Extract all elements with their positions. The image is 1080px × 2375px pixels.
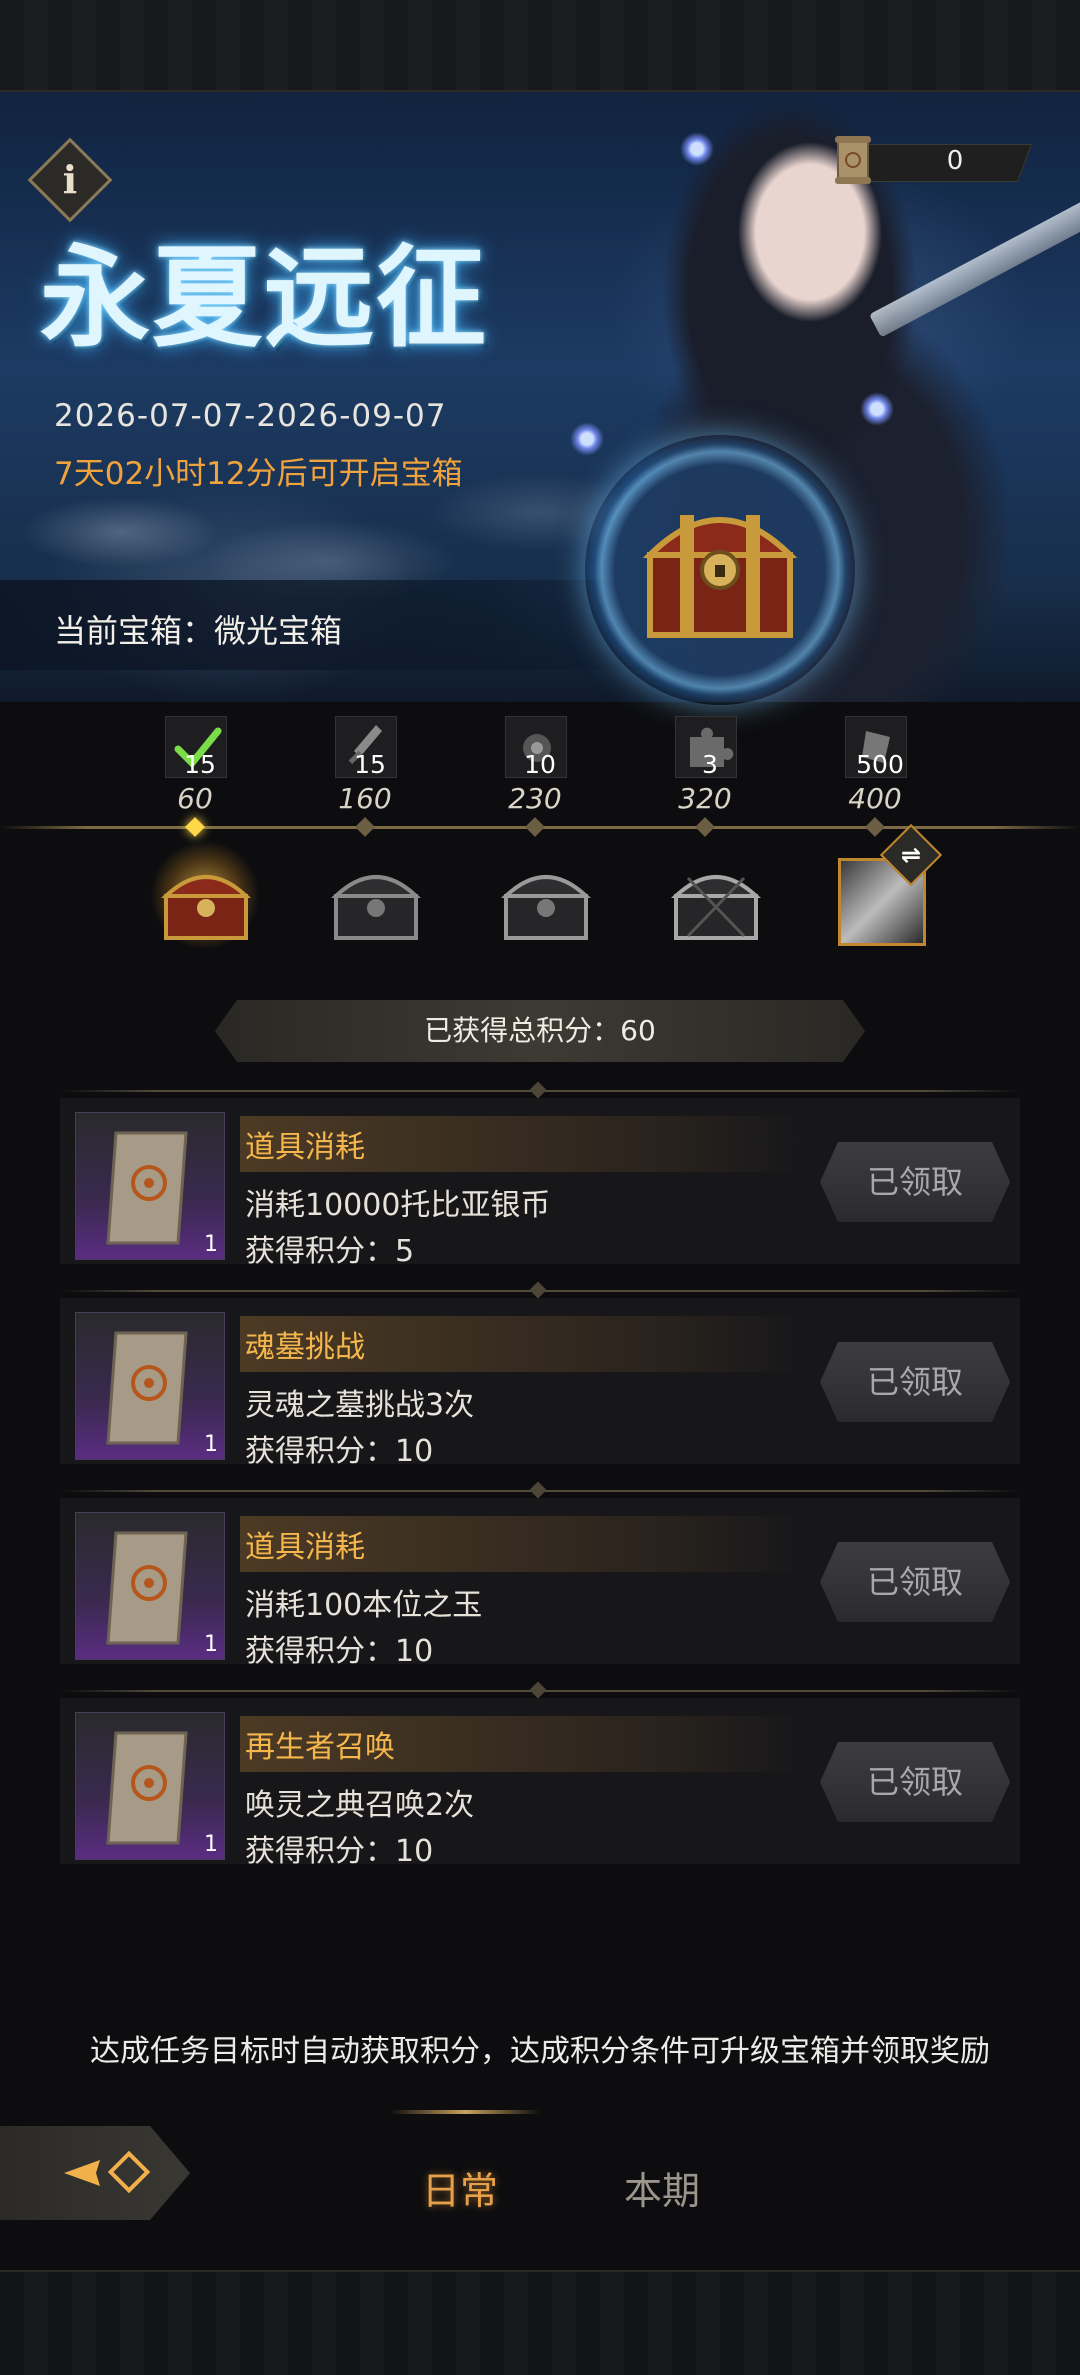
- milestone-chest[interactable]: [660, 850, 762, 940]
- claimed-button[interactable]: 已领取: [820, 1142, 1010, 1222]
- claimed-button[interactable]: 已领取: [820, 1742, 1010, 1822]
- task-divider: [60, 1690, 1020, 1692]
- task-row: 1 道具消耗 消耗10000托比亚银币 获得积分：5 已领取: [60, 1090, 1020, 1276]
- task-name: 再生者召唤: [245, 1730, 395, 1765]
- task-row: 1 魂墓挑战 灵魂之墓挑战3次 获得积分：10 已领取: [60, 1290, 1020, 1476]
- currency-display: 0: [830, 136, 1032, 184]
- treasure-chest-icon: [670, 875, 762, 940]
- milestone-count: 3: [702, 750, 718, 779]
- flower-ornament: [570, 422, 604, 456]
- task-row: 1 再生者召唤 唤灵之典召唤2次 获得积分：10 已领取: [60, 1690, 1020, 1876]
- scroll-icon: [835, 136, 871, 184]
- tab-season[interactable]: 本期: [624, 2160, 700, 2215]
- treasure-chest-icon: [500, 875, 592, 940]
- milestone-chest[interactable]: [490, 850, 592, 940]
- active-tab-indicator: [390, 2110, 540, 2114]
- milestone-dot: [865, 817, 885, 837]
- task-points: 获得积分：10: [245, 1834, 434, 1869]
- info-button[interactable]: i: [27, 137, 113, 223]
- task-description: 消耗100本位之玉: [245, 1588, 483, 1623]
- milestone-dot: [185, 817, 205, 837]
- current-chest-emblem[interactable]: [585, 435, 855, 705]
- top-frame: [0, 0, 1080, 92]
- scroll-icon: [106, 1531, 188, 1645]
- treasure-chest-icon: [642, 515, 798, 638]
- milestone-score: 60: [177, 782, 213, 815]
- task-divider: [60, 1090, 1020, 1092]
- hero-portrait-reward[interactable]: ⇌: [838, 823, 943, 946]
- event-title: 永夏远征: [40, 234, 488, 362]
- milestone-chest[interactable]: [320, 850, 422, 940]
- event-date-range: 2026-07-07-2026-09-07: [54, 398, 447, 434]
- flower-ornament: [680, 132, 714, 166]
- milestone-dot: [695, 817, 715, 837]
- info-icon: i: [62, 157, 78, 202]
- flower-ornament: [860, 392, 894, 426]
- task-name: 魂墓挑战: [245, 1330, 365, 1365]
- task-row: 1 道具消耗 消耗100本位之玉 获得积分：10 已领取: [60, 1490, 1020, 1676]
- task-name: 道具消耗: [245, 1130, 365, 1165]
- total-score-banner: 已获得总积分：60: [215, 1000, 865, 1062]
- scroll-icon: [106, 1131, 188, 1245]
- milestone-score: 160: [338, 782, 392, 815]
- item-quantity: 1: [204, 1232, 218, 1257]
- scroll-icon: [106, 1731, 188, 1845]
- task-divider: [60, 1290, 1020, 1292]
- milestone-count: 15: [184, 750, 216, 779]
- chest-countdown: 7天02小时12分后可开启宝箱: [54, 456, 463, 492]
- currency-value: 0: [946, 146, 964, 176]
- back-button[interactable]: [0, 2126, 190, 2220]
- task-points: 获得积分：10: [245, 1434, 434, 1469]
- item-quantity: 1: [204, 1832, 218, 1857]
- milestone-dot: [525, 817, 545, 837]
- item-quantity: 1: [204, 1432, 218, 1457]
- task-points: 获得积分：5: [245, 1234, 415, 1269]
- claimed-button[interactable]: 已领取: [820, 1542, 1010, 1622]
- task-divider: [60, 1490, 1020, 1492]
- back-arrow-icon: [64, 2150, 151, 2194]
- task-description: 消耗10000托比亚银币: [245, 1188, 551, 1223]
- task-reward-item[interactable]: 1: [75, 1312, 225, 1460]
- item-quantity: 1: [204, 1632, 218, 1657]
- milestone-score: 230: [508, 782, 562, 815]
- tab-daily[interactable]: 日常: [422, 2160, 498, 2215]
- milestone-score: 400: [848, 782, 902, 815]
- treasure-chest-icon: [160, 875, 252, 940]
- milestone-count: 10: [524, 750, 556, 779]
- milestone-count: 15: [354, 750, 386, 779]
- claimed-button[interactable]: 已领取: [820, 1342, 1010, 1422]
- scroll-icon: [106, 1331, 188, 1445]
- task-name: 道具消耗: [245, 1530, 365, 1565]
- task-reward-item[interactable]: 1: [75, 1112, 225, 1260]
- milestone-count: 500: [856, 750, 904, 779]
- total-score-text: 已获得总积分：60: [424, 1014, 656, 1047]
- current-chest-label: 当前宝箱：微光宝箱: [54, 612, 343, 650]
- task-description: 唤灵之典召唤2次: [245, 1788, 475, 1823]
- task-reward-item[interactable]: 1: [75, 1712, 225, 1860]
- swap-icon: ⇌: [900, 841, 922, 869]
- treasure-chest-icon: [330, 875, 422, 940]
- milestone-dot: [355, 817, 375, 837]
- task-reward-item[interactable]: 1: [75, 1512, 225, 1660]
- bottom-frame: [0, 2270, 1080, 2375]
- task-description: 灵魂之墓挑战3次: [245, 1388, 475, 1423]
- milestone-score: 320: [678, 782, 732, 815]
- milestone-chest[interactable]: [150, 840, 260, 950]
- task-points: 获得积分：10: [245, 1634, 434, 1669]
- rules-hint: 达成任务目标时自动获取积分，达成积分条件可升级宝箱并领取奖励: [90, 2034, 990, 2069]
